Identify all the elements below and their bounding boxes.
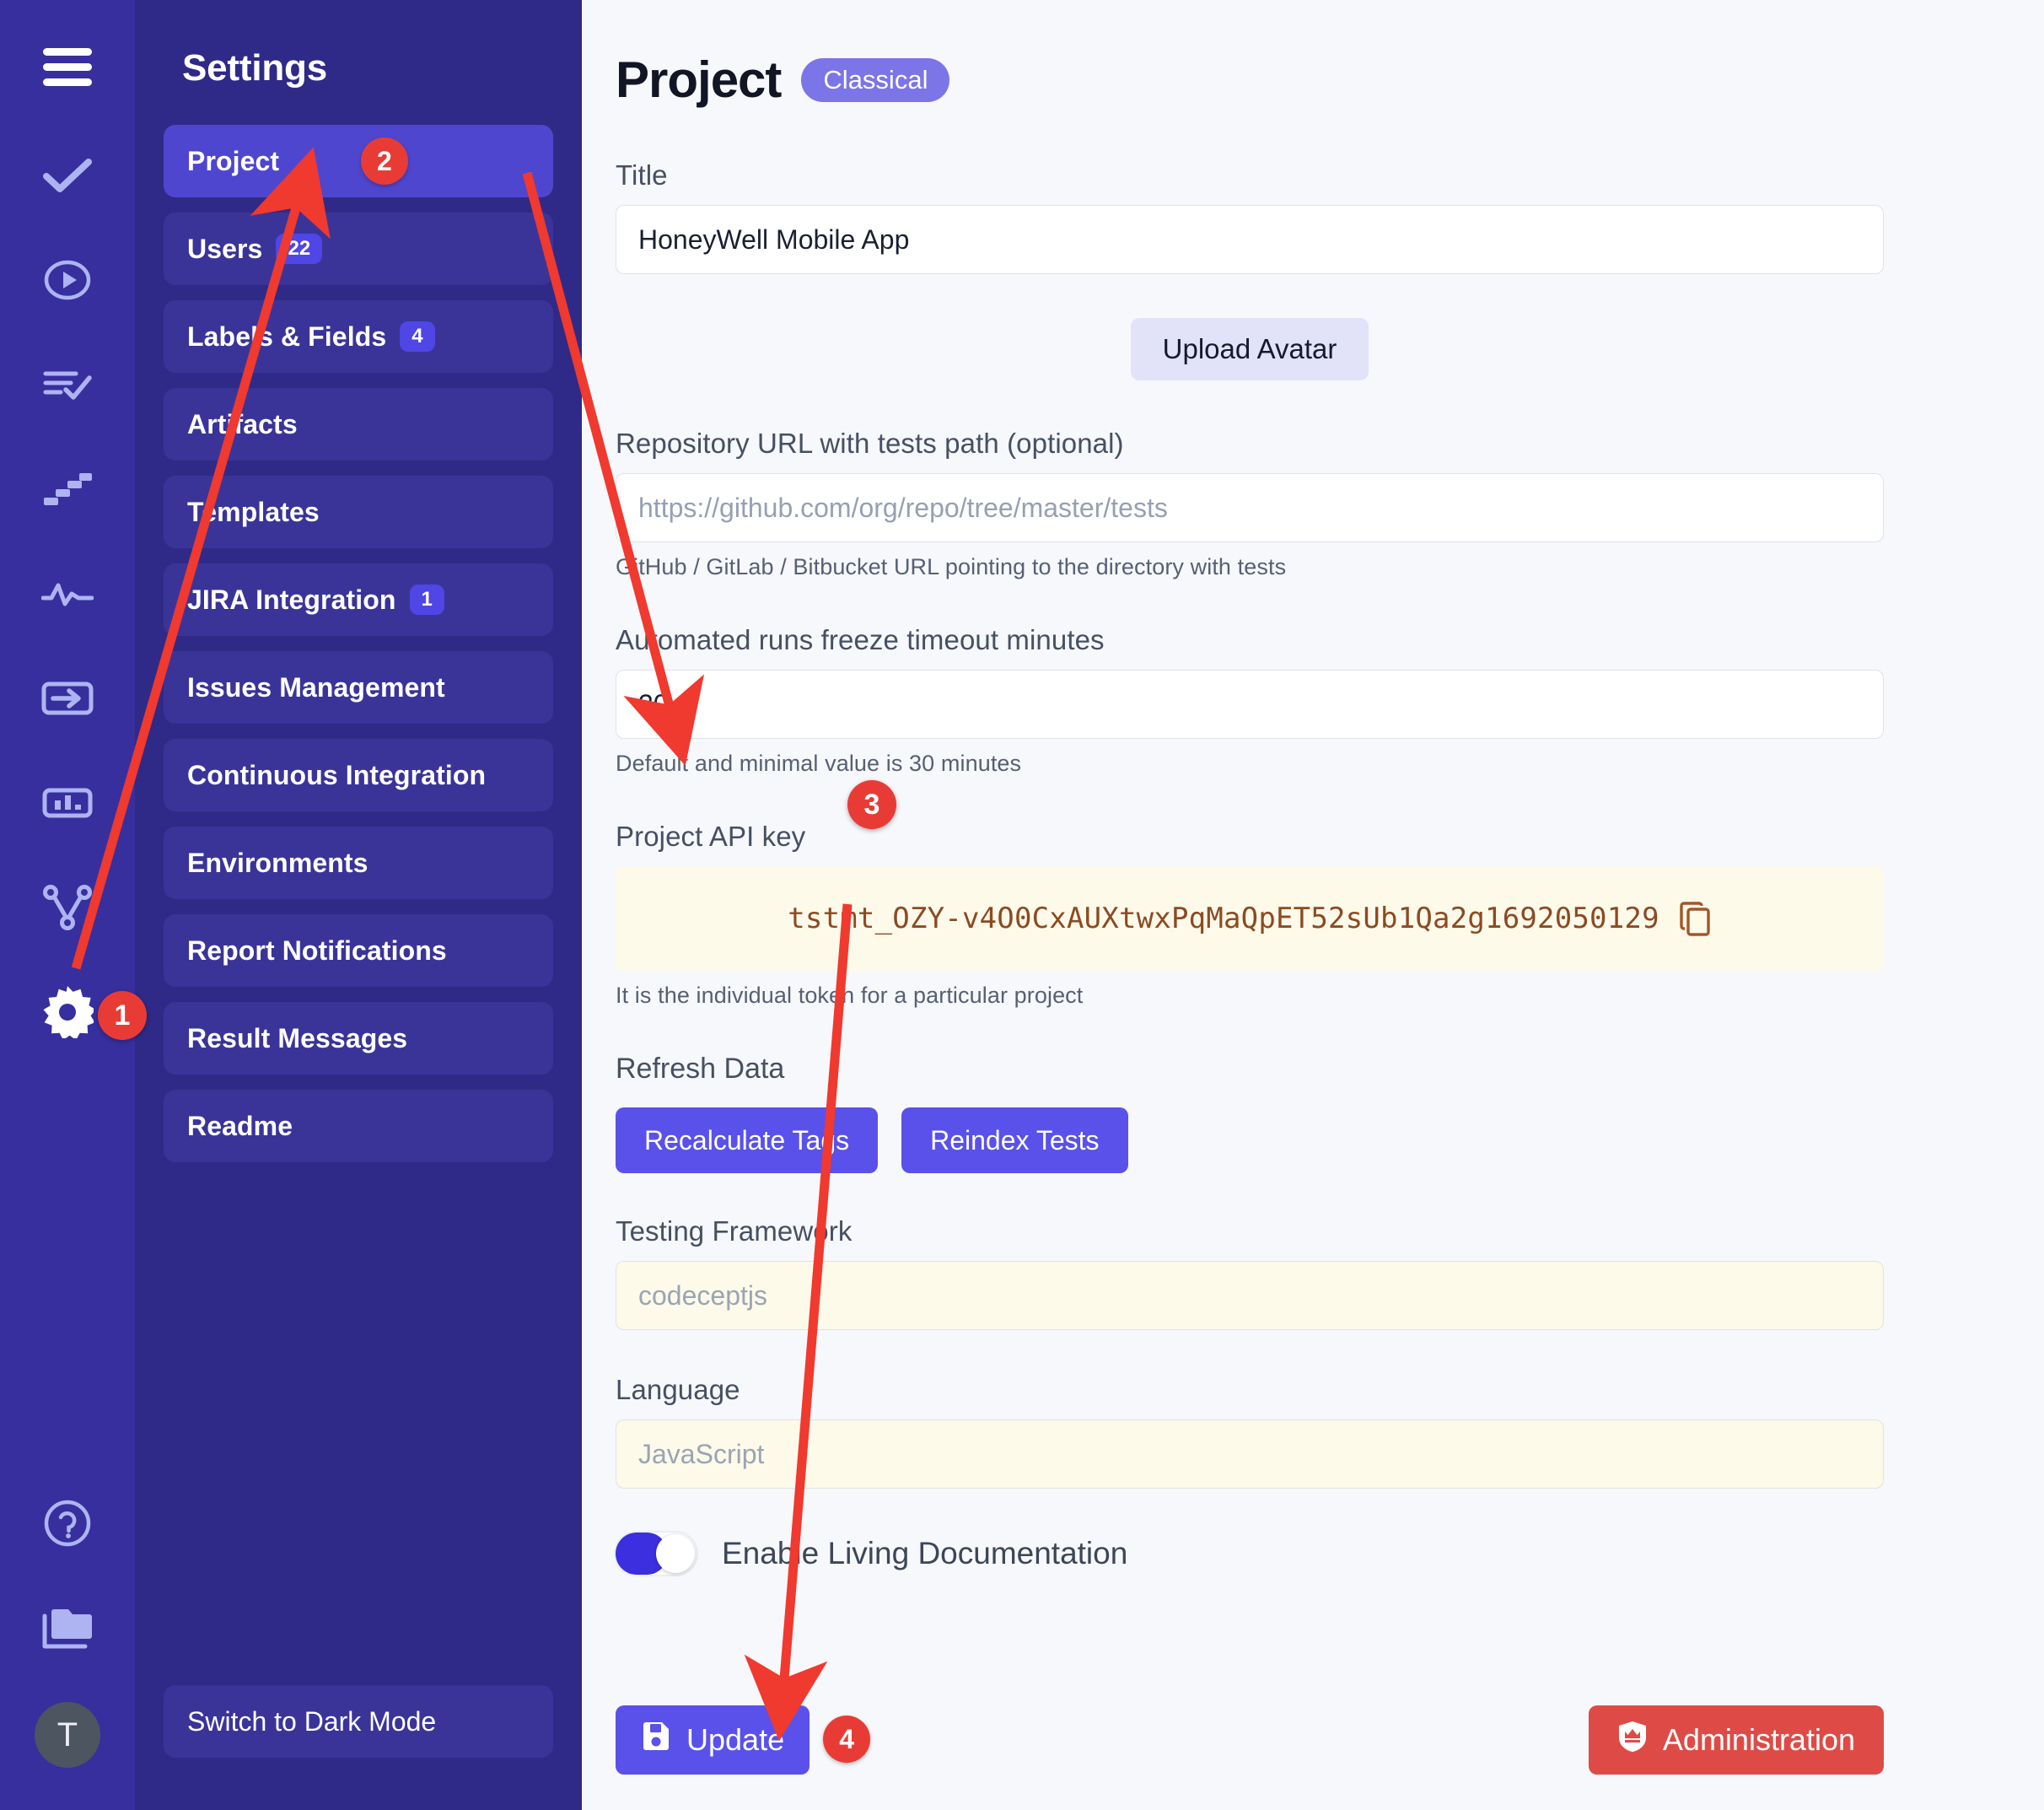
dark-mode-label: Switch to Dark Mode — [187, 1705, 437, 1737]
sidebar-item-environments[interactable]: Environments — [164, 827, 553, 899]
language-block: Language JavaScript — [616, 1374, 1884, 1489]
api-key-label: Project API key — [616, 821, 806, 852]
project-type-badge: Classical — [801, 57, 950, 102]
reindex-tests-button[interactable]: Reindex Tests — [901, 1107, 1128, 1173]
page-title: Project — [616, 51, 782, 108]
sidebar-item-issues-management[interactable]: Issues Management — [164, 651, 553, 724]
sidebar-badge-labels: 4 — [400, 321, 435, 353]
shield-crown-icon — [1617, 1720, 1648, 1761]
sidebar-item-label: Artifacts — [187, 408, 298, 439]
sidebar-item-jira-integration[interactable]: JIRA Integration 1 — [164, 563, 553, 636]
bar-chart-analytics-icon[interactable] — [37, 773, 98, 833]
copy-icon[interactable] — [1678, 900, 1712, 937]
refresh-data-label: Refresh Data — [616, 1053, 785, 1085]
import-arrow-icon[interactable] — [37, 668, 98, 729]
step-marker-2: 2 — [361, 137, 408, 185]
user-avatar[interactable]: T — [35, 1702, 100, 1768]
repository-url-hint: GitHub / GitLab / Bitbucket URL pointing… — [616, 554, 1287, 579]
save-floppy-icon — [641, 1721, 671, 1760]
branch-network-icon[interactable] — [37, 877, 98, 938]
sidebar-item-continuous-integration[interactable]: Continuous Integration — [164, 739, 553, 811]
sidebar-item-templates[interactable]: Templates — [164, 476, 553, 548]
recalculate-tags-button[interactable]: Recalculate Tags — [616, 1107, 879, 1173]
update-button[interactable]: Update 4 — [616, 1705, 871, 1775]
sidebar-item-readme[interactable]: Readme — [164, 1090, 553, 1162]
sidebar-item-labels-and-fields[interactable]: Labels & Fields 4 — [164, 300, 553, 373]
step-marker-1: 1 — [98, 991, 147, 1040]
sidebar-item-artifacts[interactable]: Artifacts — [164, 388, 553, 461]
title-input[interactable]: HoneyWell Mobile App — [616, 205, 1884, 274]
sidebar-item-label: Users — [187, 233, 263, 264]
sidebar-item-label: Project — [187, 145, 280, 176]
sidebar-badge-jira: 1 — [409, 584, 444, 616]
testing-framework-label: Testing Framework — [616, 1215, 853, 1247]
api-key-hint: It is the individual token for a particu… — [616, 983, 1084, 1008]
main-content: Project Classical Title HoneyWell Mobile… — [582, 0, 2044, 1810]
sidebar-item-label: Report Notifications — [187, 935, 447, 966]
api-key-block: Project API key tstmt_OZY-v4O0CxAUXtwxPq… — [616, 821, 1884, 1009]
administration-button-label: Administration — [1662, 1722, 1855, 1757]
repository-url-label: Repository URL with tests path (optional… — [616, 428, 1124, 459]
help-circle-icon[interactable] — [37, 1493, 98, 1554]
activity-pulse-icon[interactable] — [37, 563, 98, 624]
stairs-steps-icon[interactable] — [37, 459, 98, 520]
repository-url-block: Repository URL with tests path (optional… — [616, 428, 1884, 580]
sidebar-item-label: Labels & Fields — [187, 321, 387, 352]
administration-button[interactable]: Administration — [1588, 1705, 1884, 1775]
menu-hamburger-icon[interactable] — [37, 37, 98, 98]
toggle-knob — [656, 1534, 695, 1573]
avatar-initial: T — [56, 1716, 78, 1753]
language-label: Language — [616, 1374, 740, 1405]
sidebar-title: Settings — [182, 47, 327, 89]
switch-to-dark-mode-button[interactable]: Switch to Dark Mode — [164, 1685, 553, 1758]
sidebar-badge-users: 22 — [276, 233, 323, 265]
step-marker-3: 3 — [847, 780, 896, 829]
repository-url-input[interactable]: https://github.com/org/repo/tree/master/… — [616, 473, 1884, 542]
upload-avatar-row: Upload Avatar — [616, 318, 1884, 380]
sidebar-item-label: Issues Management — [187, 671, 445, 703]
upload-avatar-button[interactable]: Upload Avatar — [1130, 318, 1369, 380]
step-marker-4: 4 — [823, 1716, 871, 1763]
left-icon-rail: T — [0, 0, 135, 1810]
refresh-data-block: Refresh Data Recalculate Tags Reindex Te… — [616, 1053, 1884, 1173]
sidebar-item-report-notifications[interactable]: Report Notifications — [164, 914, 553, 987]
folder-projects-icon[interactable] — [37, 1597, 98, 1658]
gear-settings-icon[interactable] — [37, 982, 98, 1042]
living-documentation-row: Enable Living Documentation — [616, 1533, 1884, 1575]
sidebar-item-label: Environments — [187, 847, 368, 878]
title-field-label: Title — [616, 159, 668, 191]
living-documentation-label: Enable Living Documentation — [722, 1536, 1128, 1570]
check-tests-icon[interactable] — [37, 145, 98, 206]
rail-bottom-group: T — [35, 1493, 100, 1810]
update-button-label: Update — [686, 1722, 785, 1757]
title-field-block: Title HoneyWell Mobile App — [616, 159, 1884, 274]
refresh-data-buttons: Recalculate Tags Reindex Tests — [616, 1107, 1884, 1173]
settings-nav: Project 2 Users 22 Labels & Fields 4 Art… — [164, 125, 553, 1162]
sidebar-item-users[interactable]: Users 22 — [164, 213, 553, 285]
sidebar-item-result-messages[interactable]: Result Messages — [164, 1002, 553, 1075]
living-documentation-toggle[interactable] — [616, 1533, 697, 1575]
play-circle-runs-icon[interactable] — [37, 250, 98, 310]
freeze-timeout-block: Automated runs freeze timeout minutes 30… — [616, 624, 1884, 777]
freeze-timeout-label: Automated runs freeze timeout minutes — [616, 624, 1105, 655]
app-root: T Settings Project 2 Users 22 Labels & F… — [0, 0, 2044, 1810]
testing-framework-block: Testing Framework codeceptjs — [616, 1215, 1884, 1330]
freeze-timeout-input[interactable]: 30 — [616, 670, 1884, 739]
footer-actions: Update 4 Administration — [616, 1705, 1884, 1775]
language-input[interactable]: JavaScript — [616, 1419, 1884, 1489]
list-check-plans-icon[interactable] — [37, 354, 98, 415]
page-header: Project Classical — [616, 51, 1884, 109]
sidebar-item-label: Templates — [187, 496, 320, 527]
sidebar-item-project[interactable]: Project 2 — [164, 125, 553, 197]
sidebar-item-label: Result Messages — [187, 1022, 408, 1053]
sidebar-item-label: Continuous Integration — [187, 759, 487, 790]
sidebar-item-label: Readme — [187, 1110, 293, 1141]
settings-sidebar: Settings Project 2 Users 22 Labels & Fie… — [135, 0, 582, 1810]
testing-framework-input[interactable]: codeceptjs — [616, 1261, 1884, 1330]
freeze-timeout-hint: Default and minimal value is 30 minutes — [616, 751, 1022, 776]
api-key-value: tstmt_OZY-v4O0CxAUXtwxPqMaQpET52sUb1Qa2g… — [788, 902, 1659, 935]
api-key-box: tstmt_OZY-v4O0CxAUXtwxPqMaQpET52sUb1Qa2g… — [616, 866, 1884, 971]
sidebar-item-label: JIRA Integration — [187, 584, 396, 615]
